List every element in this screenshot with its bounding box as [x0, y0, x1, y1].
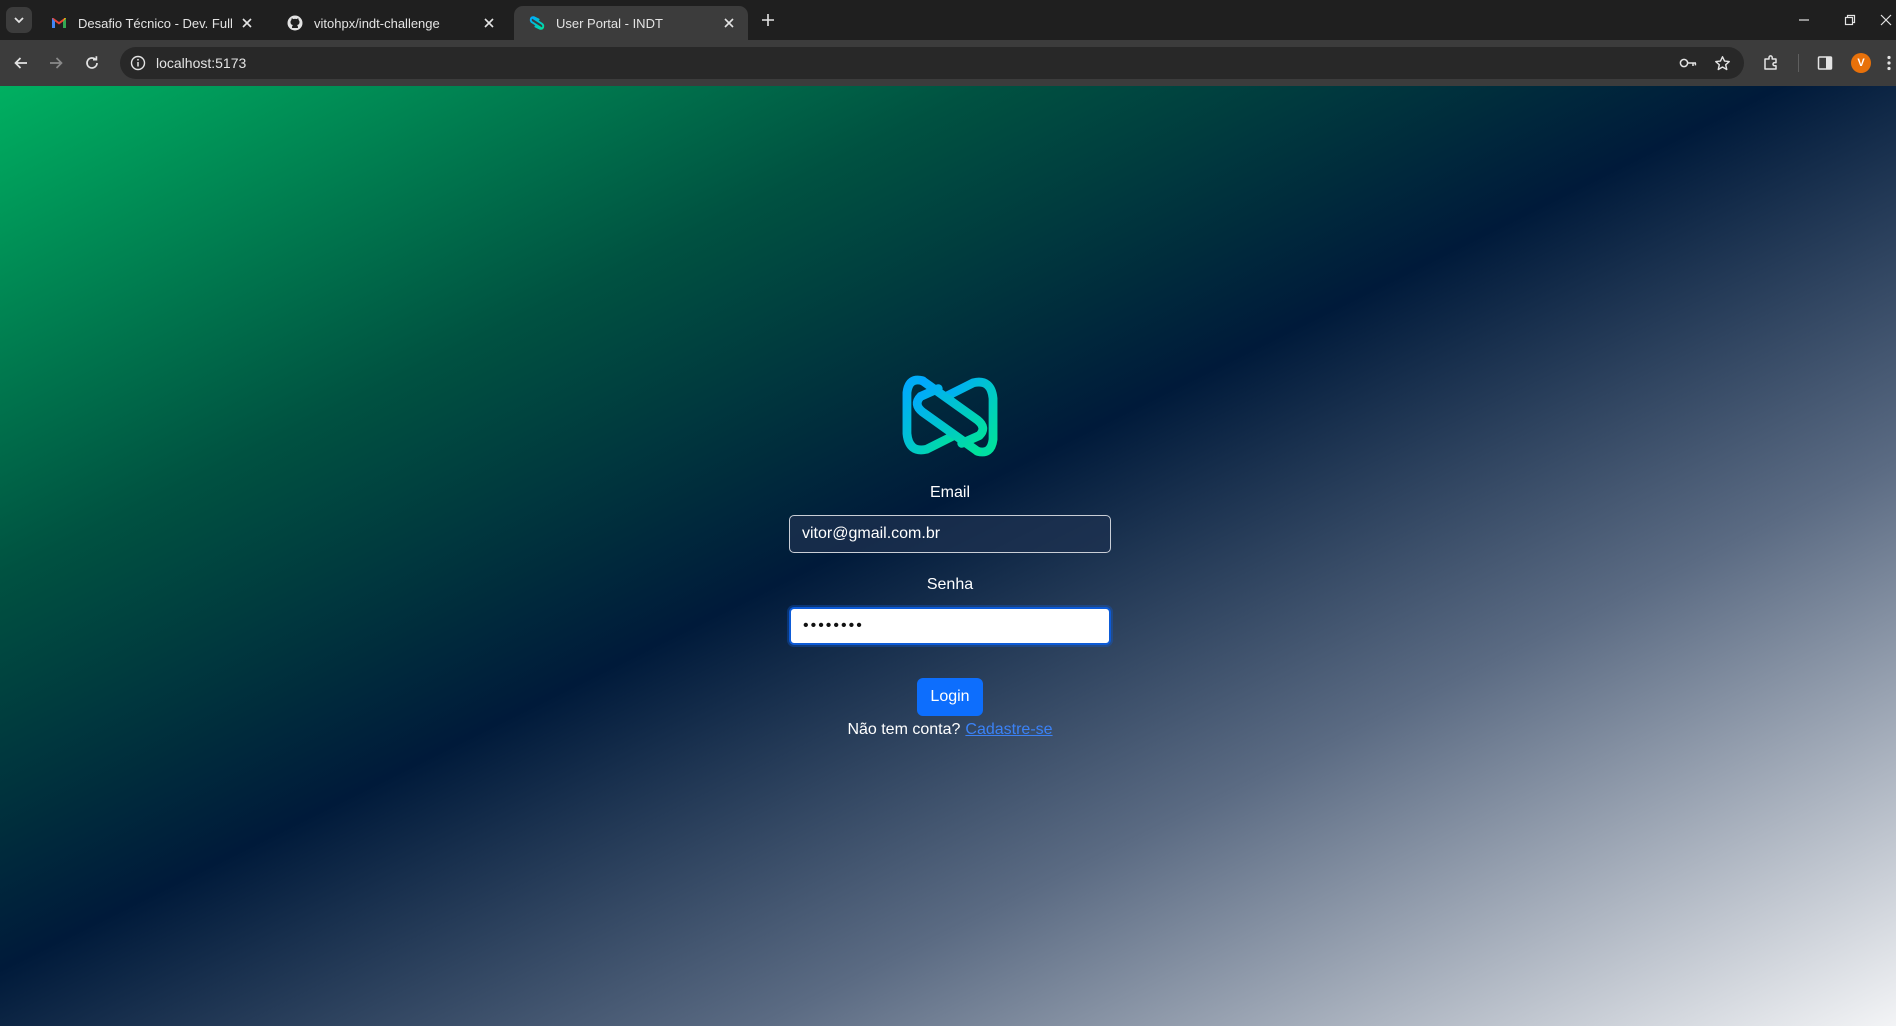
signup-link[interactable]: Cadastre-se — [965, 721, 1052, 738]
indt-logo-icon — [528, 14, 546, 32]
minimize-icon — [1799, 19, 1809, 21]
forward-button[interactable] — [42, 49, 70, 77]
tab-github[interactable]: vitohpx/indt-challenge — [272, 6, 508, 40]
site-info-icon[interactable] — [128, 53, 148, 73]
password-input[interactable] — [789, 607, 1111, 645]
close-icon[interactable] — [480, 14, 498, 32]
profile-avatar[interactable]: V — [1851, 53, 1871, 73]
tab-title: User Portal - INDT — [556, 15, 663, 31]
bookmark-star-icon[interactable] — [1712, 53, 1732, 73]
tab-title: vitohpx/indt-challenge — [314, 15, 440, 31]
arrow-right-icon — [50, 57, 63, 69]
signup-prompt-line: Não tem conta? Cadastre-se — [847, 721, 1052, 739]
reload-button[interactable] — [78, 49, 106, 77]
browser-toolbar: localhost:5173 V — [0, 40, 1896, 86]
tab-user-portal[interactable]: User Portal - INDT — [514, 6, 748, 40]
side-panel-icon[interactable] — [1814, 52, 1836, 74]
back-button[interactable] — [7, 49, 35, 77]
gmail-icon — [50, 14, 68, 32]
tab-title: Desafio Técnico - Dev. Full Stack — [78, 15, 232, 31]
plus-icon — [762, 14, 774, 26]
login-button[interactable]: Login — [917, 678, 983, 716]
login-form: Email Senha Login Não tem conta?Cadastre… — [789, 371, 1111, 739]
close-icon[interactable] — [238, 14, 256, 32]
close-icon — [1880, 14, 1892, 26]
url-text: localhost:5173 — [156, 55, 247, 71]
close-window-button[interactable] — [1876, 6, 1896, 34]
restore-icon — [1844, 14, 1856, 26]
password-label: Senha — [926, 576, 974, 593]
password-key-icon[interactable] — [1678, 53, 1698, 73]
new-tab-button[interactable] — [756, 8, 780, 32]
arrow-left-icon — [14, 57, 27, 69]
restore-button[interactable] — [1836, 6, 1864, 34]
address-bar[interactable]: localhost:5173 — [120, 47, 1744, 79]
menu-kebab-icon[interactable] — [1882, 52, 1896, 74]
signup-prompt-text: Não tem conta? — [847, 721, 961, 738]
reload-icon — [86, 56, 98, 69]
page-viewport: Email Senha Login Não tem conta?Cadastre… — [0, 86, 1896, 1026]
extensions-puzzle-icon[interactable] — [1760, 52, 1782, 74]
indt-logo — [902, 375, 998, 457]
tab-search-button[interactable] — [6, 7, 32, 33]
tab-gmail[interactable]: Desafio Técnico - Dev. Full Stack — [36, 6, 266, 40]
toolbar-divider — [1798, 54, 1799, 72]
chevron-down-icon — [14, 17, 24, 24]
email-label: Email — [929, 484, 970, 501]
email-input[interactable] — [789, 515, 1111, 553]
tab-strip: Desafio Técnico - Dev. Full Stack vitohp… — [0, 0, 1896, 40]
minimize-button[interactable] — [1790, 6, 1818, 34]
close-icon[interactable] — [720, 14, 738, 32]
github-icon — [286, 14, 304, 32]
